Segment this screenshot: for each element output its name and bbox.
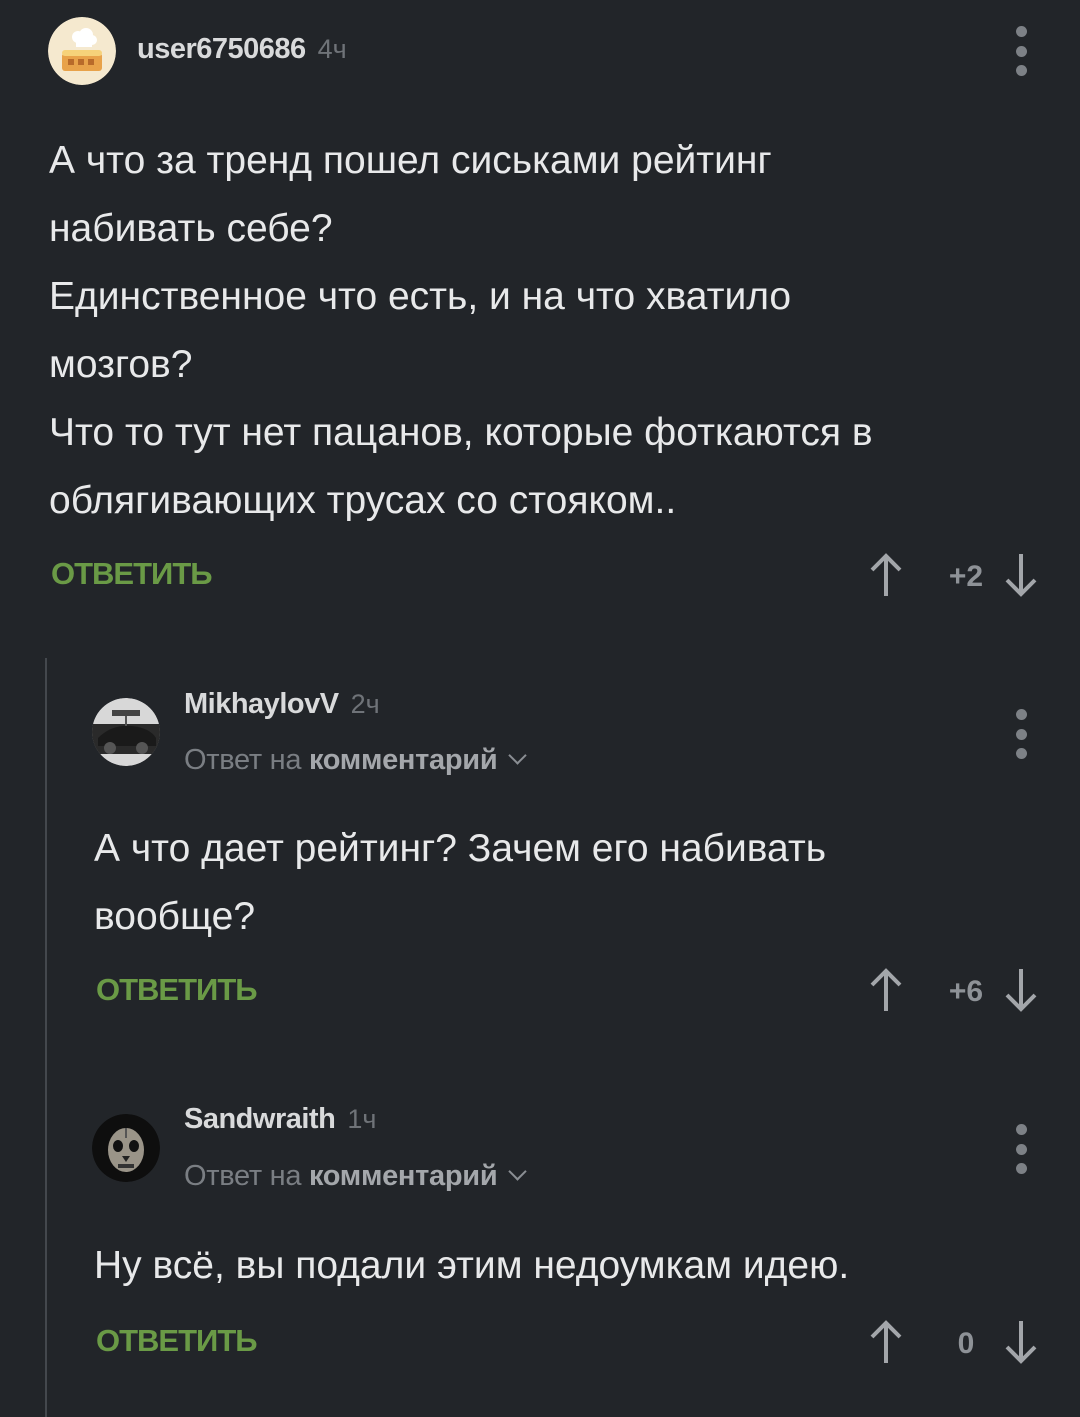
reply-to-target[interactable]: комментарий (309, 1160, 498, 1192)
reply-to-prefix: Ответ на (184, 744, 302, 776)
username[interactable]: MikhaylovV 2ч (184, 688, 380, 721)
vote-controls: +2 (866, 552, 1056, 602)
reply-to-link[interactable]: Ответ на комментарий (184, 1160, 528, 1193)
more-options-icon[interactable] (1011, 709, 1031, 759)
username[interactable]: Sandwraith 1ч (184, 1103, 376, 1136)
comment-time: 2ч (350, 689, 380, 719)
reply-button[interactable]: ОТВЕТИТЬ (51, 556, 213, 592)
upvote-arrow-icon[interactable] (866, 552, 906, 598)
comment-body: Ну всё, вы подали этим недоумкам идею. (94, 1244, 850, 1287)
thread-line (45, 658, 47, 1417)
more-options-icon[interactable] (1011, 26, 1031, 76)
upvote-arrow-icon[interactable] (866, 1319, 906, 1365)
vote-controls: 0 (866, 1319, 1056, 1369)
skull-mask-avatar-icon[interactable] (92, 1114, 160, 1182)
downvote-arrow-icon[interactable] (1001, 967, 1041, 1013)
comment-body: А что дает рейтинг? Зачем его набивать в… (94, 827, 827, 938)
chevron-down-icon[interactable] (508, 1162, 528, 1181)
comment-time: 1ч (347, 1104, 377, 1134)
more-options-icon[interactable] (1011, 1124, 1031, 1174)
reply-to-link[interactable]: Ответ на комментарий (184, 744, 528, 777)
car-photo-avatar-icon[interactable] (92, 698, 160, 766)
comment-body: А что за тренд пошел сиськами рейтинг на… (49, 139, 873, 522)
downvote-arrow-icon[interactable] (1001, 552, 1041, 598)
username-text[interactable]: MikhaylovV (184, 688, 339, 720)
vote-controls: +6 (866, 967, 1056, 1017)
reply-button[interactable]: ОТВЕТИТЬ (96, 1323, 258, 1359)
upvote-arrow-icon[interactable] (866, 967, 906, 1013)
reply-to-prefix: Ответ на (184, 1160, 302, 1192)
username-text[interactable]: Sandwraith (184, 1103, 336, 1135)
username[interactable]: user6750686 4ч (137, 33, 347, 66)
reply-to-target[interactable]: комментарий (309, 744, 498, 776)
comment-time: 4ч (317, 34, 347, 64)
cake-avatar-icon[interactable] (48, 17, 116, 85)
downvote-arrow-icon[interactable] (1001, 1319, 1041, 1365)
username-text[interactable]: user6750686 (137, 33, 306, 65)
chevron-down-icon[interactable] (508, 746, 528, 765)
reply-button[interactable]: ОТВЕТИТЬ (96, 972, 258, 1008)
